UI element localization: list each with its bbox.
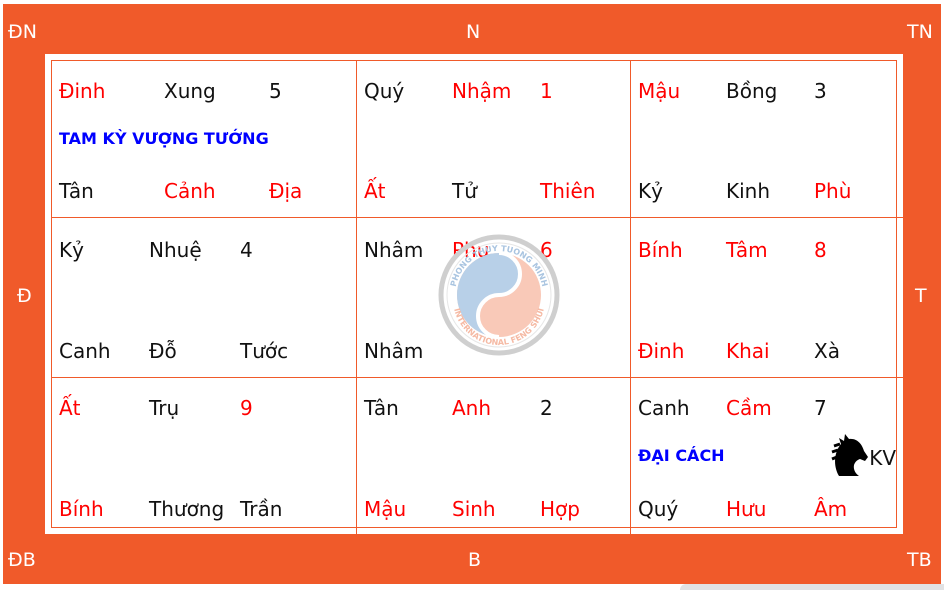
direction-sw: ĐB	[8, 549, 36, 571]
cell-value: 2	[540, 396, 553, 420]
cell-value: Đỗ	[149, 339, 177, 363]
pattern-label: TAM KỲ VƯỢNG TƯỚNG	[59, 129, 269, 148]
cell-value: Anh	[452, 396, 492, 420]
cell-value: Kinh	[726, 179, 771, 203]
horse-icon	[831, 432, 869, 483]
cell-value: Tân	[59, 179, 94, 203]
palace-cell: Tân Anh 2 Mậu Sinh Hợp	[357, 378, 631, 535]
cell-value: Ất	[59, 396, 81, 420]
palace-cell: Bính Tâm 8 Đinh Khai Xà	[631, 218, 904, 378]
cell-value: Thương	[149, 497, 225, 521]
cell-value: Xung	[164, 79, 216, 103]
cell-value: Kỷ	[638, 179, 663, 203]
cell-value: Đinh	[638, 339, 685, 363]
cell-value: Nhâm	[364, 339, 424, 363]
palace-cell: Canh Cầm 7 Quý Hưu Âm ĐẠI CÁCH KV	[631, 378, 904, 535]
direction-n: N	[466, 21, 481, 43]
cell-value: 8	[814, 238, 827, 262]
cell-value: Nhuệ	[149, 238, 202, 262]
cell-value: Cầm	[726, 396, 772, 420]
cell-value: 4	[240, 238, 253, 262]
cell-value: Cảnh	[164, 179, 216, 203]
cell-value: Tân	[364, 396, 399, 420]
palace-cell: Quý Nhậm 1 Ất Tử Thiên	[357, 61, 631, 218]
cell-value: Bính	[59, 497, 104, 521]
cell-value: Hợp	[540, 497, 580, 521]
cell-value: 9	[240, 396, 253, 420]
palace-cell: Ất Trụ 9 Bính Thương Trần	[52, 378, 357, 535]
palace-grid: Đinh Xung 5 Tân Cảnh Địa TAM KỲ VƯỢNG TƯỚNG Quý…	[45, 54, 904, 535]
kv-marker: KV	[831, 432, 896, 483]
cell-value: Tước	[240, 339, 289, 363]
cell-value: Xà	[814, 339, 840, 363]
cell-value: Phù	[814, 179, 852, 203]
pattern-label: ĐẠI CÁCH	[638, 446, 725, 465]
cell-value: Mậu	[638, 79, 681, 103]
cell-value: Trụ	[149, 396, 180, 420]
cell-value: Bồng	[726, 79, 778, 103]
cell-value: Tâm	[726, 238, 768, 262]
cell-value: Sinh	[452, 497, 496, 521]
cell-value: Nhậm	[452, 79, 512, 103]
cell-value: Âm	[814, 497, 848, 521]
direction-nw: ĐN	[8, 21, 37, 43]
cell-value: Hưu	[726, 497, 767, 521]
cell-value: Nhâm	[364, 238, 424, 262]
cell-value: Phụ	[452, 238, 490, 262]
cell-value: 6	[540, 238, 553, 262]
cell-value: 3	[814, 79, 827, 103]
cell-value: Bính	[638, 238, 683, 262]
cell-value: Canh	[638, 396, 690, 420]
cell-value: Kỷ	[59, 238, 84, 262]
cell-value: Khai	[726, 339, 770, 363]
palace-cell: Mậu Bồng 3 Kỷ Kinh Phù	[631, 61, 904, 218]
cell-value: Thiên	[540, 179, 596, 203]
direction-w: Đ	[17, 285, 32, 307]
direction-se: TB	[907, 549, 932, 571]
horizontal-scrollbar[interactable]	[680, 584, 944, 590]
cell-value: Ất	[364, 179, 386, 203]
cell-value: 1	[540, 79, 553, 103]
cell-value: Quý	[638, 497, 679, 521]
cell-value: Địa	[269, 179, 303, 203]
direction-ne: TN	[907, 21, 933, 43]
cell-value: Quý	[364, 79, 405, 103]
palace-cell: Kỷ Nhuệ 4 Canh Đỗ Tước	[52, 218, 357, 378]
palace-cell: Nhâm Phụ 6 Nhâm	[357, 218, 631, 378]
cell-value: Tử	[452, 179, 477, 203]
palace-cell: Đinh Xung 5 Tân Cảnh Địa TAM KỲ VƯỢNG TƯỚNG	[52, 61, 357, 218]
cell-value: Canh	[59, 339, 111, 363]
kv-label: KV	[869, 445, 896, 470]
direction-e: T	[915, 285, 927, 307]
cell-value: 7	[814, 396, 827, 420]
cell-value: Đinh	[59, 79, 106, 103]
cell-value: 5	[269, 79, 282, 103]
cell-value: Mậu	[364, 497, 407, 521]
cell-value: Trần	[240, 497, 283, 521]
direction-s: B	[468, 549, 482, 571]
